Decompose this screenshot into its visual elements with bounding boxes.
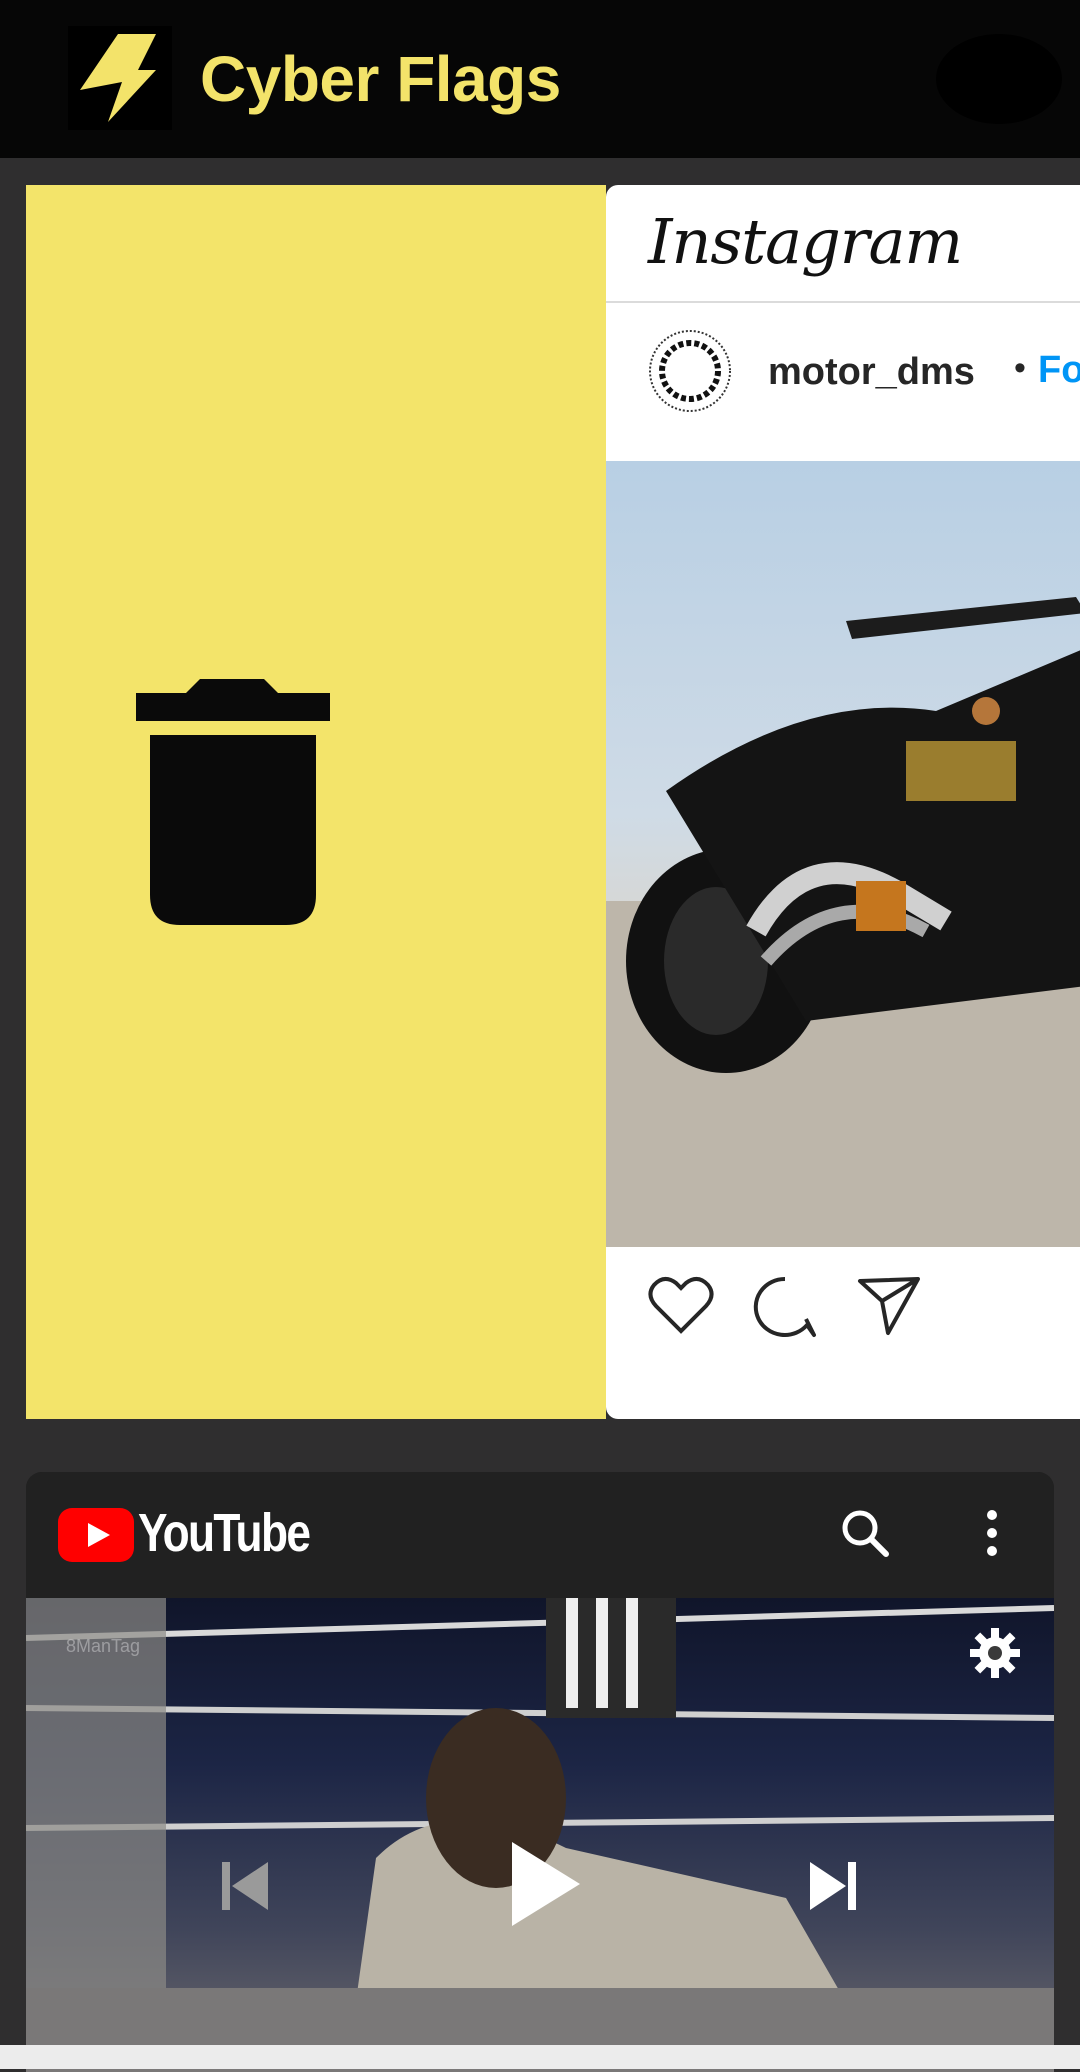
swipe-card[interactable]: Instagram motor_dms • Foll [26,185,1080,1419]
youtube-wordmark: YouTube [138,1503,311,1563]
laurel-logo-icon [649,330,731,412]
instagram-actions [606,1275,1080,1365]
skip-next-icon[interactable] [806,1860,858,1912]
lightning-bolt-icon [80,34,156,122]
instagram-embed[interactable]: Instagram motor_dms • Foll [606,185,1080,1419]
instagram-post-image[interactable] [606,461,1080,1247]
play-icon[interactable] [510,1840,582,1928]
instagram-username[interactable]: motor_dms [768,351,975,394]
motorcycle-photo [606,597,1080,1247]
video-player[interactable]: 8ManTag [26,1598,1054,2072]
instagram-avatar[interactable] [648,329,732,413]
app-title: Cyber Flags [200,43,561,115]
bottom-strip [0,2045,1080,2069]
follow-button[interactable]: Foll [1038,349,1080,392]
skip-previous-icon[interactable] [220,1860,272,1912]
profile-avatar[interactable] [936,34,1062,124]
instagram-wordmark: Instagram [648,205,963,278]
comment-icon[interactable] [752,1275,818,1344]
channel-watermark: 8ManTag [66,1636,141,1656]
settings-gear-icon[interactable] [968,1626,1022,1680]
trash-icon [136,679,330,925]
youtube-header: YouTube [26,1472,1054,1598]
instagram-header: Instagram [606,185,1080,303]
app-logo[interactable] [68,26,172,130]
app-bar: Cyber Flags [0,0,1080,158]
youtube-embed[interactable]: YouTube 8ManTag [26,1472,1054,2072]
video-frame [26,1598,1054,2072]
share-icon[interactable] [856,1275,922,1342]
search-icon[interactable] [840,1508,890,1558]
heart-icon[interactable] [648,1275,714,1340]
separator-dot: • [1014,349,1026,387]
instagram-profile-row: motor_dms • Foll [606,303,1080,443]
youtube-logo-icon [58,1508,134,1562]
delete-action-panel[interactable] [26,185,606,1419]
more-vert-icon[interactable] [984,1508,1000,1558]
